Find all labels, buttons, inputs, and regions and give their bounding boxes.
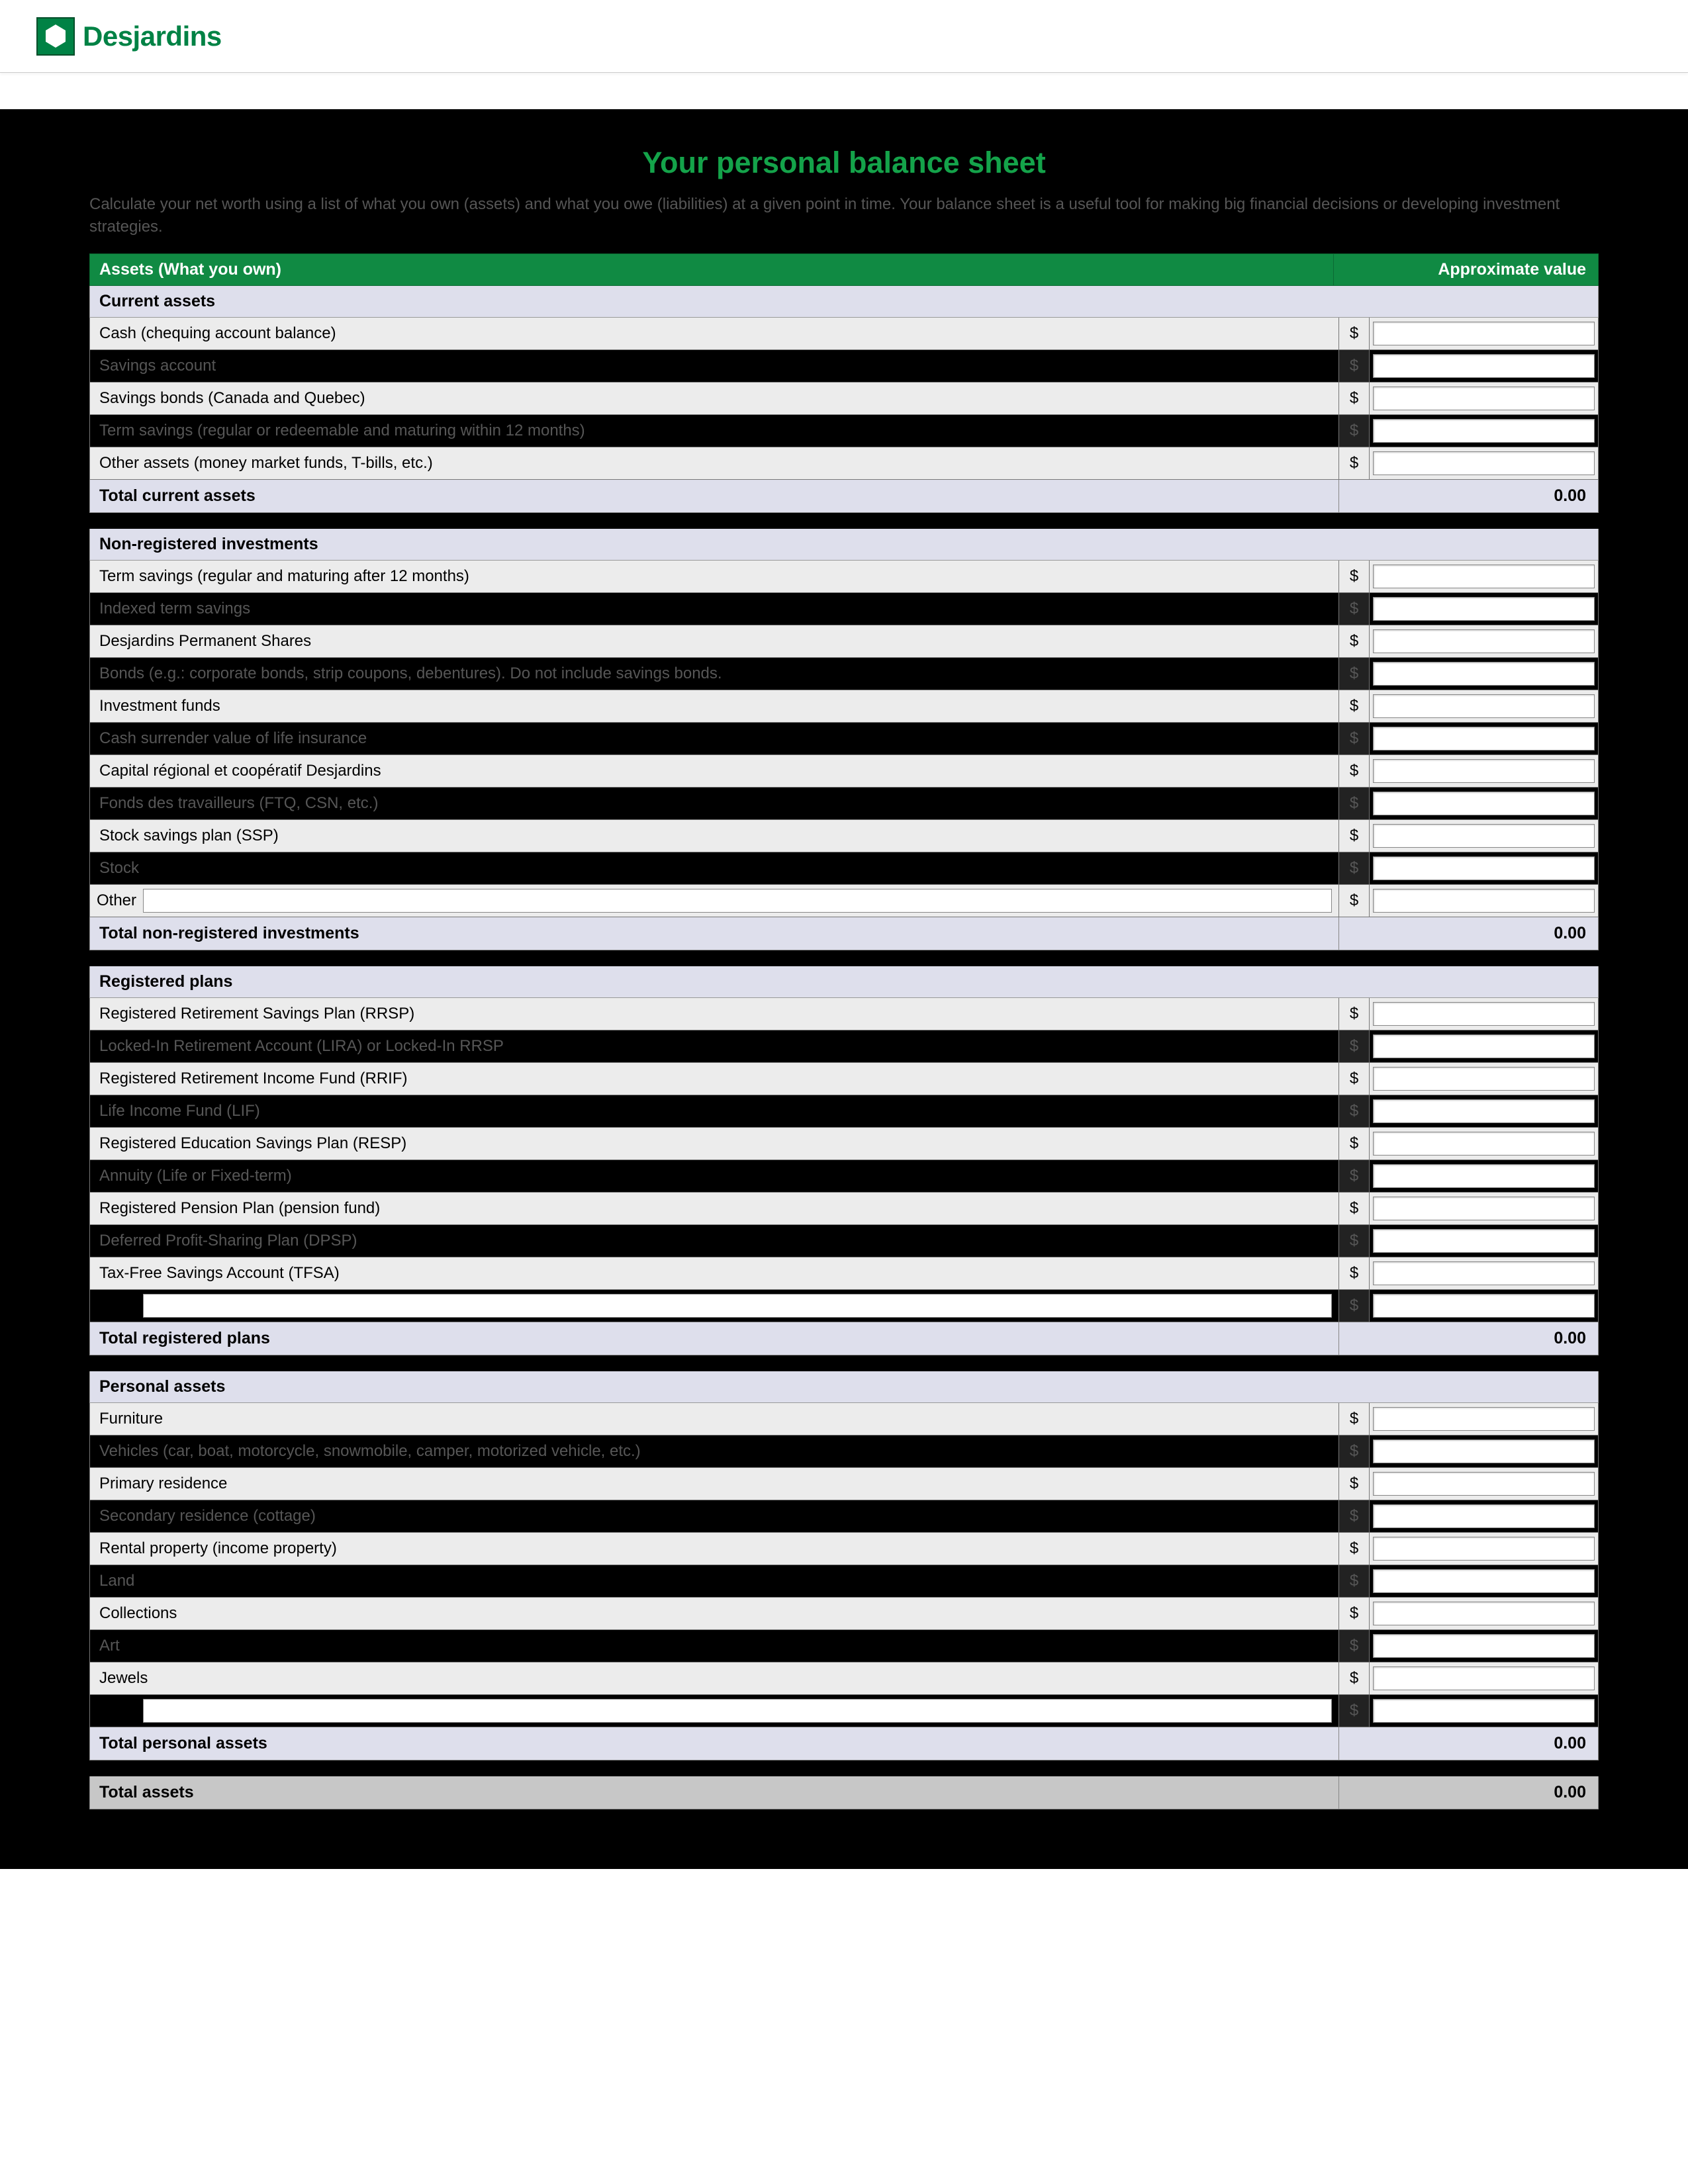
pers-input-2[interactable] <box>1373 1472 1595 1496</box>
pers-input-8[interactable] <box>1373 1666 1595 1690</box>
page-title: Your personal balance sheet <box>89 146 1599 180</box>
pers-input-7[interactable] <box>1373 1634 1595 1658</box>
registered-other-value-input[interactable] <box>1373 1294 1595 1318</box>
nonreg-input-7[interactable] <box>1373 792 1595 815</box>
reg-input-0[interactable] <box>1373 1002 1595 1026</box>
current-input-4[interactable] <box>1373 451 1595 475</box>
nonreg-other-row: Other $ <box>89 885 1599 917</box>
personal-other-label-input[interactable] <box>143 1699 1332 1723</box>
registered-other-label-input[interactable] <box>143 1294 1332 1318</box>
nonreg-input-2[interactable] <box>1373 629 1595 653</box>
current-input-0[interactable] <box>1373 322 1595 345</box>
reg-input-2[interactable] <box>1373 1067 1595 1091</box>
assets-header: Assets (What you own) Approximate value <box>89 253 1599 286</box>
nonreg-input-4[interactable] <box>1373 694 1595 718</box>
personal-other-row: Other $ <box>89 1695 1599 1727</box>
reg-input-5[interactable] <box>1373 1164 1595 1188</box>
nonreg-input-8[interactable] <box>1373 824 1595 848</box>
nonreg-subheader: Non-registered investments <box>89 529 1599 561</box>
reg-input-3[interactable] <box>1373 1099 1595 1123</box>
nonreg-total: Total non-registered investments 0.00 <box>89 917 1599 950</box>
grand-total: Total assets 0.00 <box>89 1776 1599 1809</box>
current-input-1[interactable] <box>1373 354 1595 378</box>
current-input-2[interactable] <box>1373 387 1595 410</box>
nonreg-other-value-input[interactable] <box>1373 889 1595 913</box>
logo: Desjardins <box>36 17 222 56</box>
current-input-3[interactable] <box>1373 419 1595 443</box>
nonreg-input-6[interactable] <box>1373 759 1595 783</box>
pers-input-5[interactable] <box>1373 1569 1595 1593</box>
site-header: Desjardins <box>0 0 1688 73</box>
current-row-0: Cash (chequing account balance) $ <box>89 318 1599 350</box>
assets-header-left: Assets (What you own) <box>90 254 1333 285</box>
current-subheader: Current assets <box>89 286 1599 318</box>
current-row-4: Other assets (money market funds, T-bill… <box>89 447 1599 480</box>
registered-other-row: Other $ <box>89 1290 1599 1322</box>
reg-input-4[interactable] <box>1373 1132 1595 1156</box>
logo-icon <box>36 17 75 56</box>
personal-total: Total personal assets 0.00 <box>89 1727 1599 1760</box>
nonreg-input-3[interactable] <box>1373 662 1595 686</box>
current-row-3: Term savings (regular or redeemable and … <box>89 415 1599 447</box>
pers-input-0[interactable] <box>1373 1407 1595 1431</box>
registered-total: Total registered plans 0.00 <box>89 1322 1599 1355</box>
current-total: Total current assets 0.00 <box>89 480 1599 513</box>
nonreg-input-9[interactable] <box>1373 856 1595 880</box>
nonreg-input-1[interactable] <box>1373 597 1595 621</box>
personal-other-value-input[interactable] <box>1373 1699 1595 1723</box>
nonreg-input-5[interactable] <box>1373 727 1595 751</box>
nonreg-other-label-input[interactable] <box>143 889 1332 913</box>
nonreg-input-0[interactable] <box>1373 565 1595 588</box>
reg-input-1[interactable] <box>1373 1034 1595 1058</box>
intro-text: Calculate your net worth using a list of… <box>89 193 1599 238</box>
pers-input-4[interactable] <box>1373 1537 1595 1561</box>
pers-input-1[interactable] <box>1373 1439 1595 1463</box>
personal-subheader: Personal assets <box>89 1371 1599 1403</box>
current-row-1: Savings account $ <box>89 350 1599 383</box>
reg-input-8[interactable] <box>1373 1261 1595 1285</box>
assets-header-right: Approximate value <box>1333 254 1598 285</box>
logo-text: Desjardins <box>83 21 222 52</box>
current-row-2: Savings bonds (Canada and Quebec) $ <box>89 383 1599 415</box>
reg-input-7[interactable] <box>1373 1229 1595 1253</box>
pers-input-3[interactable] <box>1373 1504 1595 1528</box>
content-area: Your personal balance sheet Calculate yo… <box>0 109 1688 1869</box>
pers-input-6[interactable] <box>1373 1602 1595 1625</box>
registered-subheader: Registered plans <box>89 966 1599 998</box>
reg-input-6[interactable] <box>1373 1197 1595 1220</box>
